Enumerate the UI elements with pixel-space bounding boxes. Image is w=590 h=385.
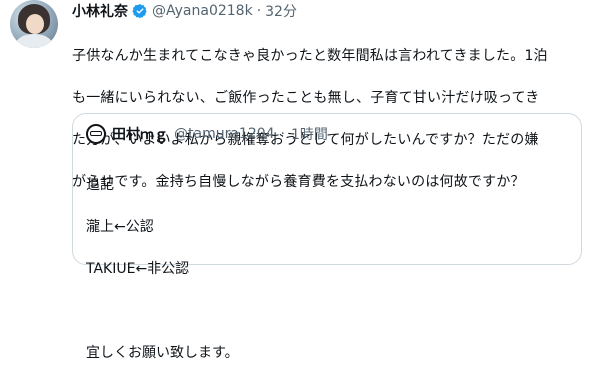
author-name[interactable]: 小林礼奈: [72, 1, 128, 21]
quote-timestamp[interactable]: 1時間: [291, 124, 328, 144]
quote-separator: ·: [280, 126, 285, 142]
header-separator: ·: [256, 3, 262, 19]
quote-header: 田村ｍｇ @tamura1204 · 1時間: [86, 124, 328, 144]
tweet-text-line: も一緒にいられない、ご飯作ったことも無し、子育て甘い汁だけ吸ってき: [72, 90, 540, 106]
glasses-icon: [90, 131, 102, 136]
quote-text: 追記 瀧上←公認 TAKIUE←非公認 宜しくお願い致します。: [86, 154, 239, 385]
verified-badge-icon: [132, 4, 147, 19]
quote-author-handle[interactable]: @tamura1204: [174, 126, 275, 142]
quoted-tweet[interactable]: 田村ｍｇ @tamura1204 · 1時間 追記 瀧上←公認 TAKIUE←非…: [72, 113, 582, 361]
tweet-header: 小林礼奈 @Ayana0218k · 32分: [72, 1, 297, 21]
quote-line: 宜しくお願い致します。: [86, 345, 239, 361]
quote-avatar[interactable]: [86, 124, 106, 144]
quote-line: 追記: [86, 177, 114, 193]
quote-author-name[interactable]: 田村ｍｇ: [112, 124, 168, 144]
author-avatar[interactable]: [10, 0, 58, 48]
quote-line: 瀧上←公認: [86, 219, 154, 235]
tweet-text-line: 子供なんか生まれてこなきゃ良かったと数年間私は言われてきました。1泊: [72, 48, 548, 64]
avatar-face: [26, 14, 44, 34]
avatar-body: [16, 34, 52, 48]
tweet-timestamp[interactable]: 32分: [265, 1, 297, 21]
quote-line: TAKIUE←非公認: [86, 261, 190, 277]
author-handle[interactable]: @Ayana0218k: [152, 3, 253, 19]
quote-blank-line: [86, 301, 239, 322]
